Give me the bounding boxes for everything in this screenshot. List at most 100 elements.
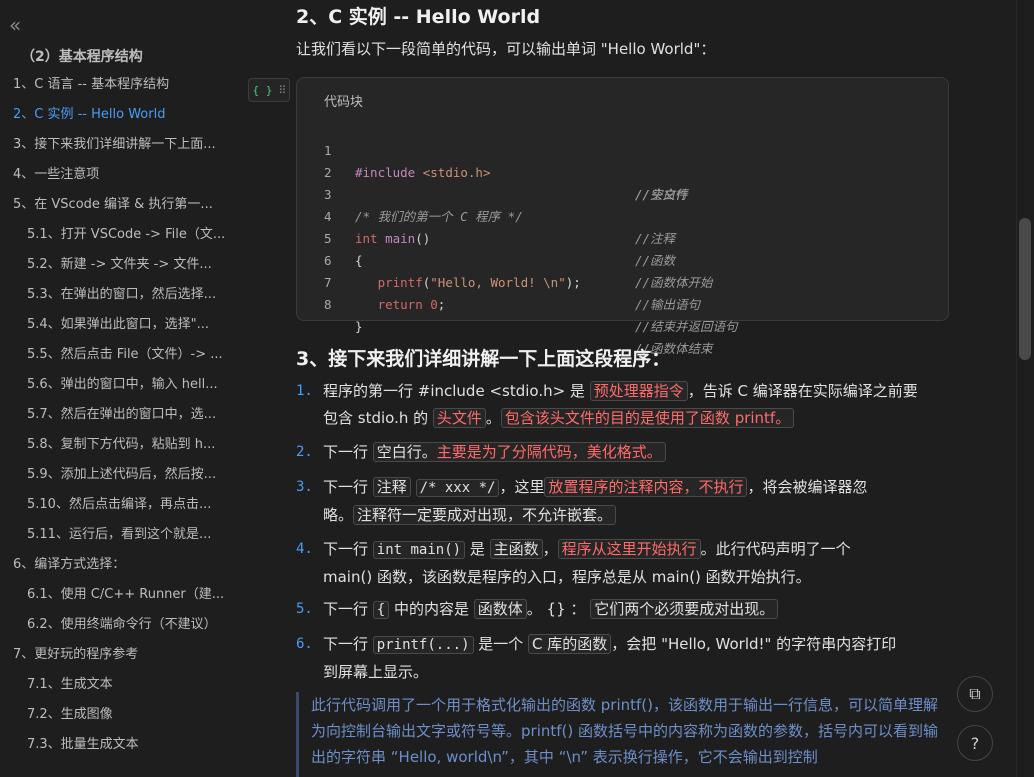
text: 主要是为了分隔代码，美化格式。 [436, 443, 662, 461]
list-item-body: 下一行 int main() 是 主函数，程序从这里开始执行 。此行代码声明了一个… [323, 536, 955, 591]
list-number: 5. [296, 601, 313, 617]
toc-item[interactable]: 5.2、新建 -> 文件夹 -> 文件... [27, 255, 232, 275]
main-content: 2、C 实例 -- Hello World 让我们看以下一段简单的代码，可以输出… [244, 0, 1016, 777]
highlight-tag: 预处理器指令 [589, 381, 688, 401]
code-tag: int main() [372, 541, 466, 559]
text: ，将会被编译器忽 [747, 478, 868, 496]
list-number: 1. [296, 383, 313, 399]
toc-item[interactable]: 5.1、打开 VSCode -> File（文... [27, 225, 232, 245]
vertical-scrollbar[interactable] [1016, 0, 1034, 777]
intro-paragraph: 让我们看以下一段简单的代码，可以输出单词 "Hello World"： [296, 40, 716, 58]
highlight-tag: 头文件 [432, 408, 486, 428]
toc-item[interactable]: 6.2、使用终端命令行（不建议） [27, 615, 232, 635]
code-text: } [355, 319, 363, 334]
text: 下一行 [323, 600, 373, 618]
text: 下一行 [323, 635, 373, 653]
toc-item[interactable]: 5.5、然后点击 File（文件）-> ... [27, 345, 232, 365]
help-button[interactable]: ? [957, 725, 993, 761]
toc-item[interactable]: 5、在 VScode 编译 & 执行第一... [13, 195, 232, 215]
toc-item[interactable]: 3、接下来我们详细讲解一下上面... [13, 135, 232, 155]
text: 。 {} ： [526, 600, 591, 618]
section-heading-hello-world: 2、C 实例 -- Hello World [296, 6, 541, 28]
code-line: 6 printf("Hello, World! \n"); //输出语句 [297, 228, 937, 312]
code-line: 5 { //函数体开始 [297, 206, 937, 290]
highlight-tag: 注释 [372, 477, 411, 497]
highlight-tag: C 库的函数 [528, 634, 612, 654]
code-tag: { [372, 601, 390, 619]
code-token: ; [437, 297, 446, 312]
code-tag: /* xxx */ [415, 479, 500, 497]
toc-item[interactable]: 6、编译方式选择： [13, 555, 232, 575]
toc-item[interactable]: 4、一些注意项 [13, 165, 232, 185]
code-block-label: 代码块 [324, 95, 364, 110]
copy-icon: ⧉ [969, 684, 981, 703]
list-item-body: 下一行 printf(...) 是一个 C 库的函数 ，会把 "Hello, Wo… [323, 631, 955, 686]
text: 程序的第一行 #include <stdio.h> 是 [323, 382, 590, 400]
scrollbar-thumb[interactable] [1019, 218, 1031, 360]
section-heading-explanation: 3、接下来我们详细讲解一下上面这段程序： [296, 348, 671, 370]
toc-item[interactable]: 5.11、运行后，看到这个就是... [27, 525, 232, 545]
code-token: return [355, 297, 423, 312]
code-line: 2 //空白行 [297, 140, 937, 202]
highlight-tag: 它们两个必须要成对出现。 [590, 599, 779, 619]
code-line: 7 return 0; //结束并返回语句 [297, 250, 937, 334]
code-line: 8 } //函数体结束 [297, 272, 937, 356]
toc-item[interactable]: 5.7、然后在弹出的窗口中，选... [27, 405, 232, 425]
code-comment: //输出语句 [635, 297, 701, 312]
text: 中的内容是 [389, 600, 474, 618]
toc-item[interactable]: 5.3、在弹出的窗口，然后选择... [27, 285, 232, 305]
highlight-tag: 主函数 [489, 539, 543, 559]
text: 是 [465, 540, 490, 558]
text: 下一行 [323, 478, 373, 496]
highlight-tag: 放置程序的注释内容，不执行 [544, 477, 748, 497]
toc-item[interactable]: 7.2、生成图像 [27, 705, 232, 725]
toc-item[interactable]: 5.6、弹出的窗口中，输入 hell... [27, 375, 232, 395]
list-item-body: 下一行 注释 /* xxx */，这里 放置程序的注释内容，不执行 ，将会被编译器忽… [323, 474, 955, 529]
text: 下一行 [323, 540, 373, 558]
drag-grip-icon[interactable]: ⠿ [278, 84, 286, 97]
text: 略。 [323, 506, 354, 524]
text: ，这里 [499, 478, 545, 496]
toc-item[interactable]: 7.3、批量生成文本 [27, 735, 232, 755]
text: 空白行。 [376, 443, 437, 461]
text: ，告诉 C 编译器在实际编译之前要 [687, 382, 918, 400]
toc-item[interactable]: 6.1、使用 C/C++ Runner（建... [27, 585, 232, 605]
text: 包含 stdio.h 的 [323, 409, 433, 427]
list-item-body: 程序的第一行 #include <stdio.h> 是 预处理器指令 ，告诉 C … [323, 378, 955, 432]
collapse-sidebar-icon[interactable]: « [9, 14, 31, 36]
toc-item[interactable]: 7.1、生成文本 [27, 675, 232, 695]
list-item-body: 下一行 { 中的内容是 函数体。 {} ： 它们两个必须要成对出现。 [323, 596, 955, 624]
toc-item[interactable]: 5.9、添加上述代码后，然后按... [27, 465, 232, 485]
toc-title[interactable]: （2）基本程序结构 [21, 46, 143, 66]
code-line: 3 /* 我们的第一个 C 程序 */ //注释 [297, 162, 937, 246]
code-line: 1 #include <stdio.h> //头文件 [297, 118, 937, 202]
text: main() 函数，该函数是程序的入口，程序总是从 main() 函数开始执行。 [323, 568, 811, 586]
highlight-tag: 注释符一定要成对出现，不允许嵌套。 [353, 505, 617, 525]
text: 。此行代码声明了一个 [700, 540, 851, 558]
code-block: 代码块 1 #include <stdio.h> //头文件 2 //空白行 3… [296, 77, 949, 356]
code-line: 4 int main() //函数 [297, 184, 937, 268]
help-icon: ? [970, 733, 980, 753]
code-block-handle[interactable]: { } ⠿ [248, 78, 290, 102]
toc-item[interactable]: 1、C 语言 -- 基本程序结构 [13, 75, 232, 95]
text: 到屏幕上显示。 [323, 663, 429, 681]
highlight-tag: 包含该头文件的目的是使用了函数 printf。 [500, 408, 795, 428]
copy-page-button[interactable]: ⧉ [957, 676, 993, 712]
text: 是一个 [473, 635, 529, 653]
line-number: 8 [324, 297, 332, 312]
text: ， [542, 540, 558, 558]
highlight-tag: 程序从这里开始执行 [557, 539, 701, 559]
toc-item[interactable]: 2、C 实例 -- Hello World [13, 105, 232, 125]
toc-item[interactable]: 5.8、复制下方代码，粘贴到 h... [27, 435, 232, 455]
text: 。 [485, 409, 501, 427]
text: 下一行 [323, 443, 373, 461]
text: ，会把 "Hello, World!" 的字符串内容打印 [611, 635, 897, 653]
toc-item[interactable]: 7、更好玩的程序参考 [13, 645, 232, 665]
toc-sidebar: « （2）基本程序结构 1、C 语言 -- 基本程序结构 2、C 实例 -- He… [0, 0, 244, 777]
toc-item[interactable]: 5.10、然后点击编译，再点击... [27, 495, 232, 515]
code-comment: //结束并返回语句 [635, 319, 738, 334]
toc-item[interactable]: 5.4、如果弹出此窗口，选择"... [27, 315, 232, 335]
list-number: 3. [296, 479, 313, 495]
list-number: 4. [296, 541, 313, 557]
code-token: 0 [422, 297, 438, 312]
